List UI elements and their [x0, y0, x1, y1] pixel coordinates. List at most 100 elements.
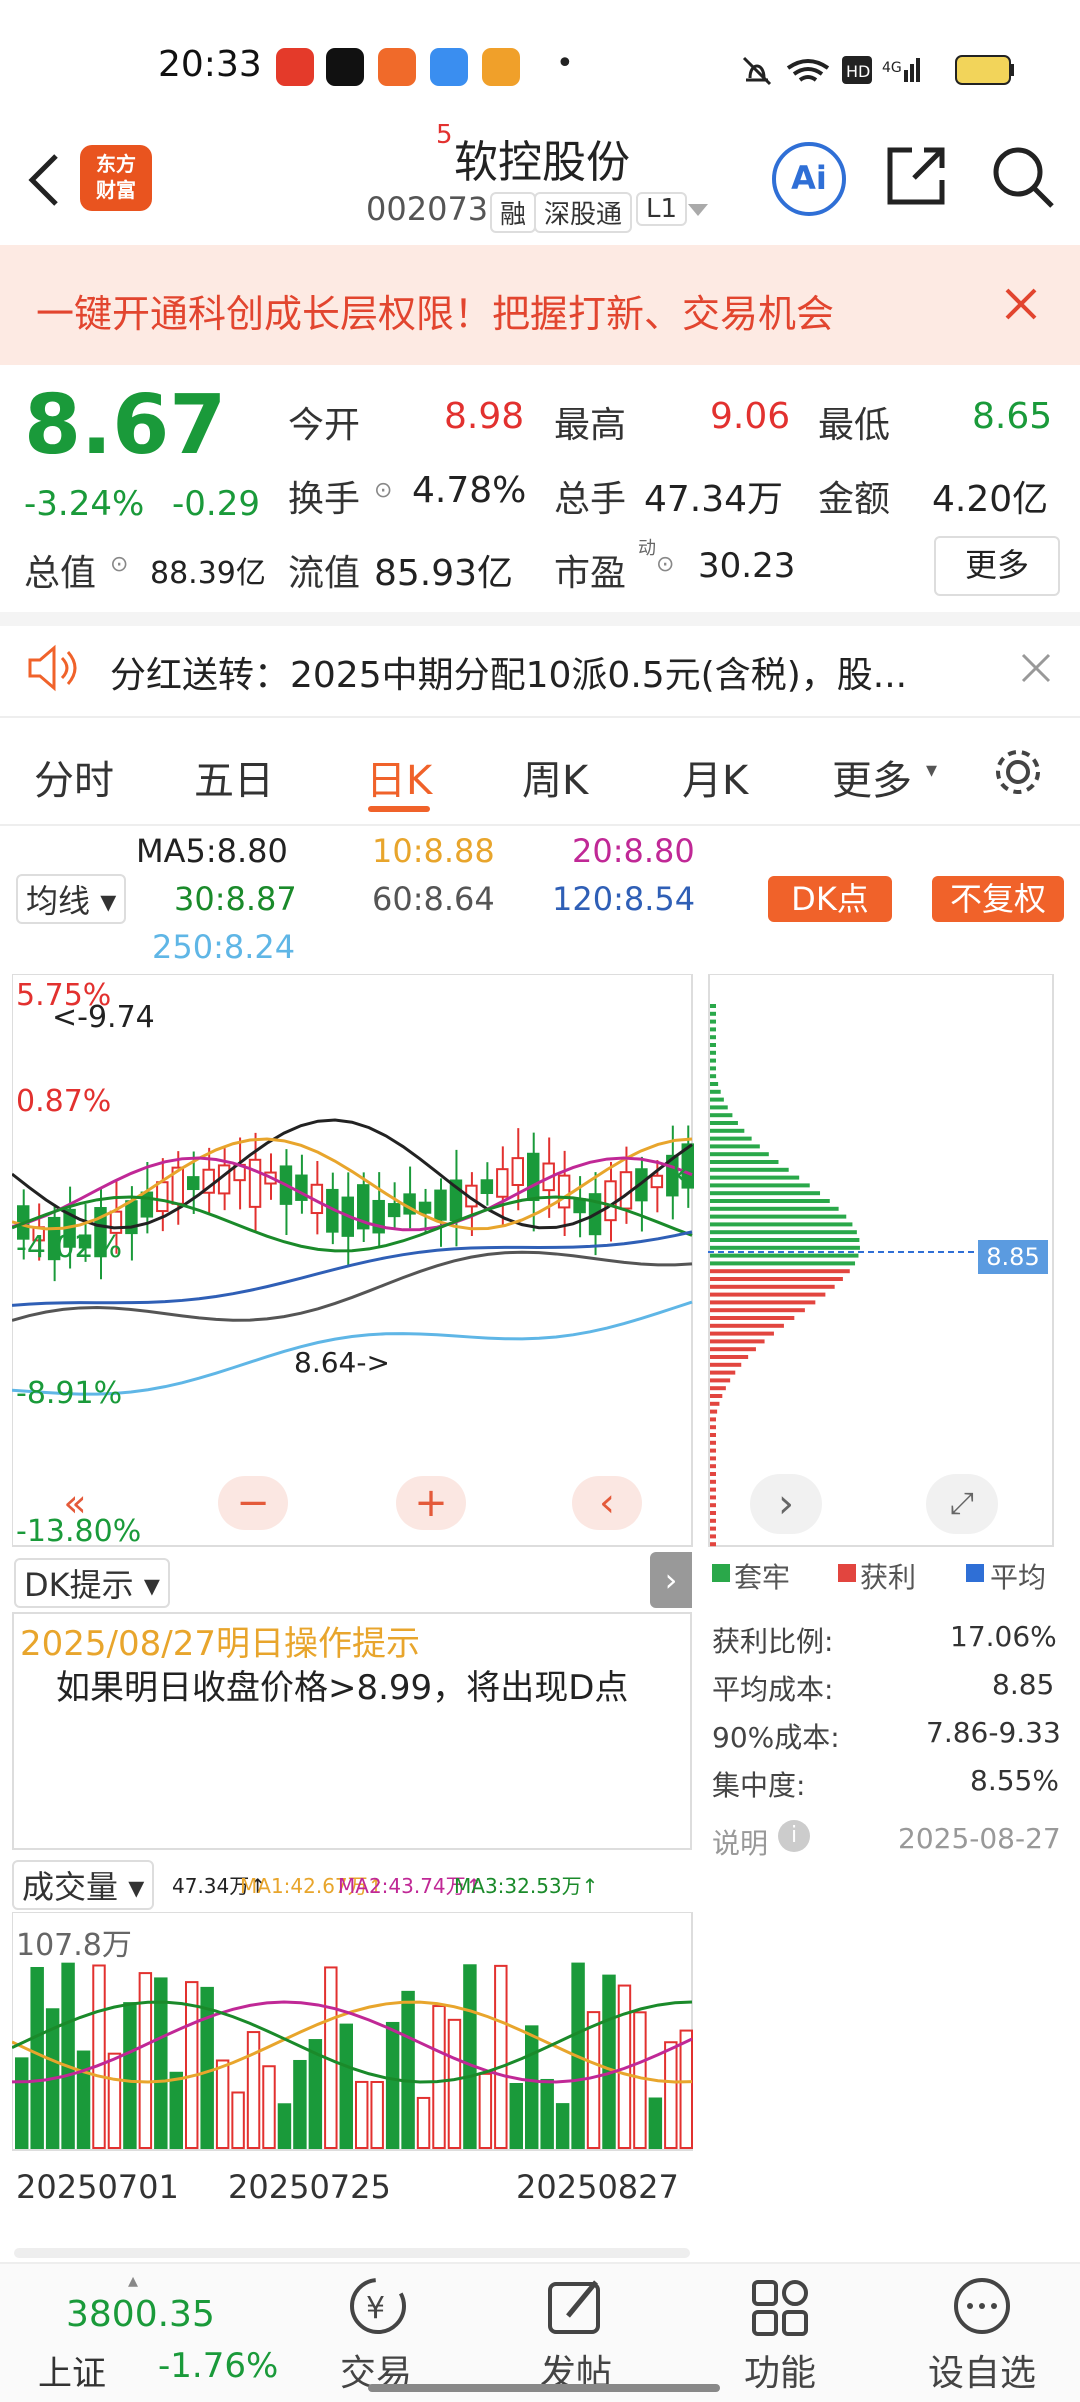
ai-button[interactable]: Ai: [772, 142, 846, 216]
candle: [573, 1198, 586, 1214]
chip-bar: [710, 1440, 716, 1445]
volume-bar: [679, 2029, 694, 2149]
dk-tip-title: 2025/08/27明日操作提示: [20, 1624, 420, 1664]
volume-indicator-selector[interactable]: 成交量 ▾: [12, 1860, 155, 1910]
chip-bar: [710, 1113, 733, 1118]
legend-profit: 获利: [860, 1561, 917, 1594]
chip-bar: [710, 1214, 847, 1219]
pe-dynamic-sup: 动: [638, 538, 656, 559]
candle: [140, 1191, 154, 1218]
tab-more[interactable]: 更多: [832, 748, 912, 806]
price-adjust-button[interactable]: 不复权: [932, 876, 1064, 922]
candle: [557, 1174, 571, 1209]
info-icon[interactable]: ⊙: [656, 552, 674, 577]
chip-bar: [710, 1152, 769, 1157]
chip-bar: [710, 1464, 716, 1469]
chip-bar: [710, 1206, 839, 1211]
ma60-value: 60:8.64: [372, 880, 495, 918]
trade-icon[interactable]: ¥: [344, 2274, 412, 2338]
float-cap-label: 流值: [288, 553, 361, 594]
index-value[interactable]: 3800.35: [66, 2294, 215, 2335]
volume-bar: [633, 2011, 647, 2149]
date-label: 20250701: [16, 2168, 179, 2206]
back-icon[interactable]: [22, 150, 66, 210]
zoom-in-button[interactable]: +: [396, 1476, 466, 1530]
change-percent: -3.24%: [24, 484, 145, 524]
status-bar: 20:33 • HD 4G: [0, 0, 1080, 130]
chip-bar: [710, 1105, 728, 1110]
float-cap-value: 85.93亿: [374, 553, 514, 594]
chip-bar: [710, 1472, 716, 1476]
close-icon[interactable]: [1020, 652, 1052, 684]
candle: [480, 1179, 494, 1195]
amount-value: 4.20亿: [932, 479, 1049, 520]
nav-functions[interactable]: 功能: [744, 2344, 816, 2396]
promo-banner[interactable]: 一键开通科创成长层权限！把握打新、交易机会: [0, 245, 1080, 365]
zoom-out-button[interactable]: −: [218, 1476, 288, 1530]
change-amount: -0.29: [172, 484, 260, 524]
cost90-value: 7.86-9.33: [926, 1716, 1061, 1749]
dk-expand-button[interactable]: ›: [650, 1552, 692, 1608]
dividend-notice[interactable]: 分红送转：2025中期分配10派0.5元(含税)，股...: [110, 646, 907, 698]
volume-bar: [540, 2078, 554, 2149]
share-icon[interactable]: [884, 144, 948, 208]
time-scrollbar[interactable]: [14, 2248, 690, 2258]
volume-bar: [262, 2065, 276, 2149]
system-status-icons: HD 4G: [742, 55, 1014, 86]
dk-point-button[interactable]: DK点: [768, 876, 892, 922]
index-name[interactable]: 上证: [38, 2346, 106, 2395]
chip-bar: [710, 1479, 716, 1484]
stock-name[interactable]: 软控股份: [454, 126, 630, 190]
scroll-left-button[interactable]: ‹: [572, 1476, 642, 1530]
chip-bar: [710, 1074, 717, 1079]
chip-next-button[interactable]: ›: [750, 1474, 822, 1534]
search-icon[interactable]: [988, 142, 1058, 212]
legend-swatch: [712, 1564, 730, 1582]
expand-icon[interactable]: ⤢: [926, 1474, 998, 1534]
chip-bar: [710, 1167, 789, 1172]
gear-icon[interactable]: [990, 744, 1046, 800]
info-icon[interactable]: ⊙: [110, 552, 128, 577]
high-value: 9.06: [710, 396, 791, 437]
volume-bar: [355, 2080, 369, 2150]
chevron-down-icon[interactable]: [686, 200, 710, 220]
tab-intraday[interactable]: 分时: [34, 748, 114, 806]
info-icon[interactable]: i: [778, 1820, 810, 1852]
chip-bar: [710, 1401, 720, 1406]
functions-icon[interactable]: [748, 2274, 812, 2338]
chip-bar: [710, 1199, 830, 1203]
nav-add-watchlist[interactable]: 设自选: [928, 2344, 1036, 2396]
add-watchlist-icon[interactable]: [950, 2274, 1014, 2338]
volume-bar: [602, 1974, 616, 2149]
volume-bar: [447, 2018, 462, 2149]
chip-bar: [710, 1495, 716, 1500]
date-label: 20250725: [228, 2168, 391, 2206]
dk-selector[interactable]: DK提示 ▾: [14, 1558, 170, 1608]
tab-daily-k[interactable]: 日K: [366, 748, 432, 806]
ma-selector-label: 均线: [26, 882, 91, 920]
rewind-button[interactable]: «: [40, 1476, 110, 1530]
volume-bar: [664, 2041, 678, 2149]
volume-bar: [61, 1962, 75, 2149]
chip-bar: [710, 1089, 721, 1094]
tab-monthly-k[interactable]: 月K: [682, 748, 748, 806]
legend-trap: 套牢: [734, 1561, 791, 1594]
chip-bar: [710, 1035, 716, 1040]
chip-note-label[interactable]: 说明: [712, 1822, 768, 1862]
dot-indicator: •: [556, 46, 574, 81]
candle: [650, 1174, 664, 1189]
ma10-value: 10:8.88: [372, 832, 495, 870]
more-button[interactable]: 更多: [934, 536, 1060, 596]
volume-bar: [154, 1977, 168, 2149]
chip-bar: [710, 1011, 716, 1016]
home-indicator: [368, 2384, 720, 2392]
info-icon[interactable]: ⊙: [374, 478, 392, 503]
chip-bar: [710, 1370, 736, 1375]
candle: [248, 1158, 262, 1208]
tab-five-day[interactable]: 五日: [194, 748, 274, 806]
post-icon[interactable]: [544, 2274, 608, 2338]
ma-selector[interactable]: 均线 ▾: [16, 874, 127, 924]
close-icon[interactable]: [1004, 287, 1038, 321]
date-label: 20250827: [516, 2168, 679, 2206]
tab-weekly-k[interactable]: 周K: [522, 748, 588, 806]
